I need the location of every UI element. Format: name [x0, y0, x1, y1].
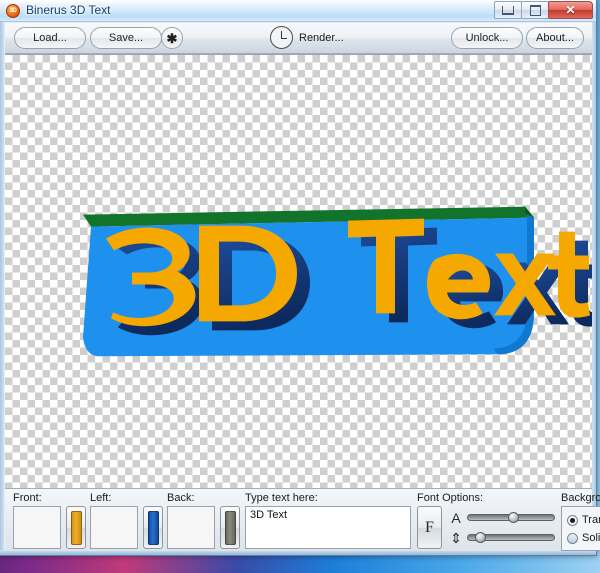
restore-icon [530, 5, 541, 16]
front-color-label: Front: [13, 492, 86, 504]
radio-solid-icon[interactable] [567, 533, 578, 544]
front-color-swatch [71, 511, 82, 545]
back-color-button[interactable] [220, 506, 240, 549]
effects-star-button[interactable]: ✱ [161, 27, 183, 49]
left-color-button[interactable] [143, 506, 163, 549]
depth-icon: ⇕ [449, 531, 463, 545]
window-controls: ✕ [495, 1, 593, 19]
save-button[interactable]: Save... [90, 27, 162, 49]
background-option-solid[interactable]: Solid [567, 529, 600, 547]
background-option-transparent[interactable]: Transparent [567, 511, 600, 529]
font-size-icon: A [449, 511, 463, 525]
text-input-label: Type text here: [245, 492, 411, 504]
front-color-button[interactable] [66, 506, 86, 549]
about-button[interactable]: About... [526, 27, 584, 49]
back-color-preview[interactable] [167, 506, 215, 549]
back-color-label: Back: [167, 492, 240, 504]
window-title: Binerus 3D Text [26, 3, 111, 17]
font-size-slider-knob[interactable] [508, 512, 519, 523]
restore-button[interactable] [521, 1, 549, 19]
preview-canvas[interactable] [5, 54, 592, 488]
bottom-panel: Front: Left: Back: [5, 488, 592, 551]
window-frame-left [0, 0, 4, 555]
background-options-box: Transparent Solid [561, 506, 600, 551]
depth-slider-knob[interactable] [475, 532, 486, 543]
star-icon: ✱ [167, 32, 178, 45]
close-icon: ✕ [565, 4, 575, 16]
left-color-swatch [148, 511, 159, 545]
background-options-label: Background: [561, 492, 600, 504]
left-color-preview[interactable] [90, 506, 138, 549]
title-bar[interactable]: 3D Binerus 3D Text ✕ [0, 0, 596, 22]
toolbar: Load... Save... ✱ Render... Unlock... Ab… [5, 23, 592, 54]
left-color-label: Left: [90, 492, 163, 504]
text-input[interactable] [245, 506, 411, 549]
minimize-button[interactable] [494, 1, 522, 19]
app-3d-icon: 3D [6, 4, 20, 18]
text-input-group: Type text here: [245, 492, 411, 552]
font-options-group: Font Options: F A ⇕ [417, 492, 555, 549]
back-color-swatch [225, 511, 236, 545]
load-button[interactable]: Load... [14, 27, 86, 49]
clock-icon [270, 26, 293, 49]
3d-text-artwork [5, 55, 592, 488]
size-slider-row: A [449, 508, 555, 528]
radio-transparent-icon[interactable] [567, 515, 578, 526]
front-color-group: Front: [13, 492, 86, 549]
render-button[interactable]: Render... [270, 26, 344, 49]
radio-solid-label: Solid [582, 532, 600, 544]
minimize-icon [502, 6, 514, 15]
radio-transparent-label: Transparent [582, 514, 600, 526]
depth-slider[interactable] [467, 534, 555, 541]
front-color-preview[interactable] [13, 506, 61, 549]
back-color-group: Back: [167, 492, 240, 549]
app-window: 3D Binerus 3D Text ✕ Load... Save... ✱ R… [0, 0, 597, 556]
window-frame-right [592, 0, 596, 555]
font-size-slider[interactable] [467, 514, 555, 521]
left-color-group: Left: [90, 492, 163, 549]
font-options-label: Font Options: [417, 492, 555, 504]
depth-slider-row: ⇕ [449, 528, 555, 548]
close-button[interactable]: ✕ [548, 1, 593, 19]
background-options-group: Background: Transparent Solid [561, 492, 600, 551]
unlock-button[interactable]: Unlock... [451, 27, 523, 49]
render-label: Render... [299, 32, 344, 44]
font-picker-button[interactable]: F [417, 506, 442, 549]
